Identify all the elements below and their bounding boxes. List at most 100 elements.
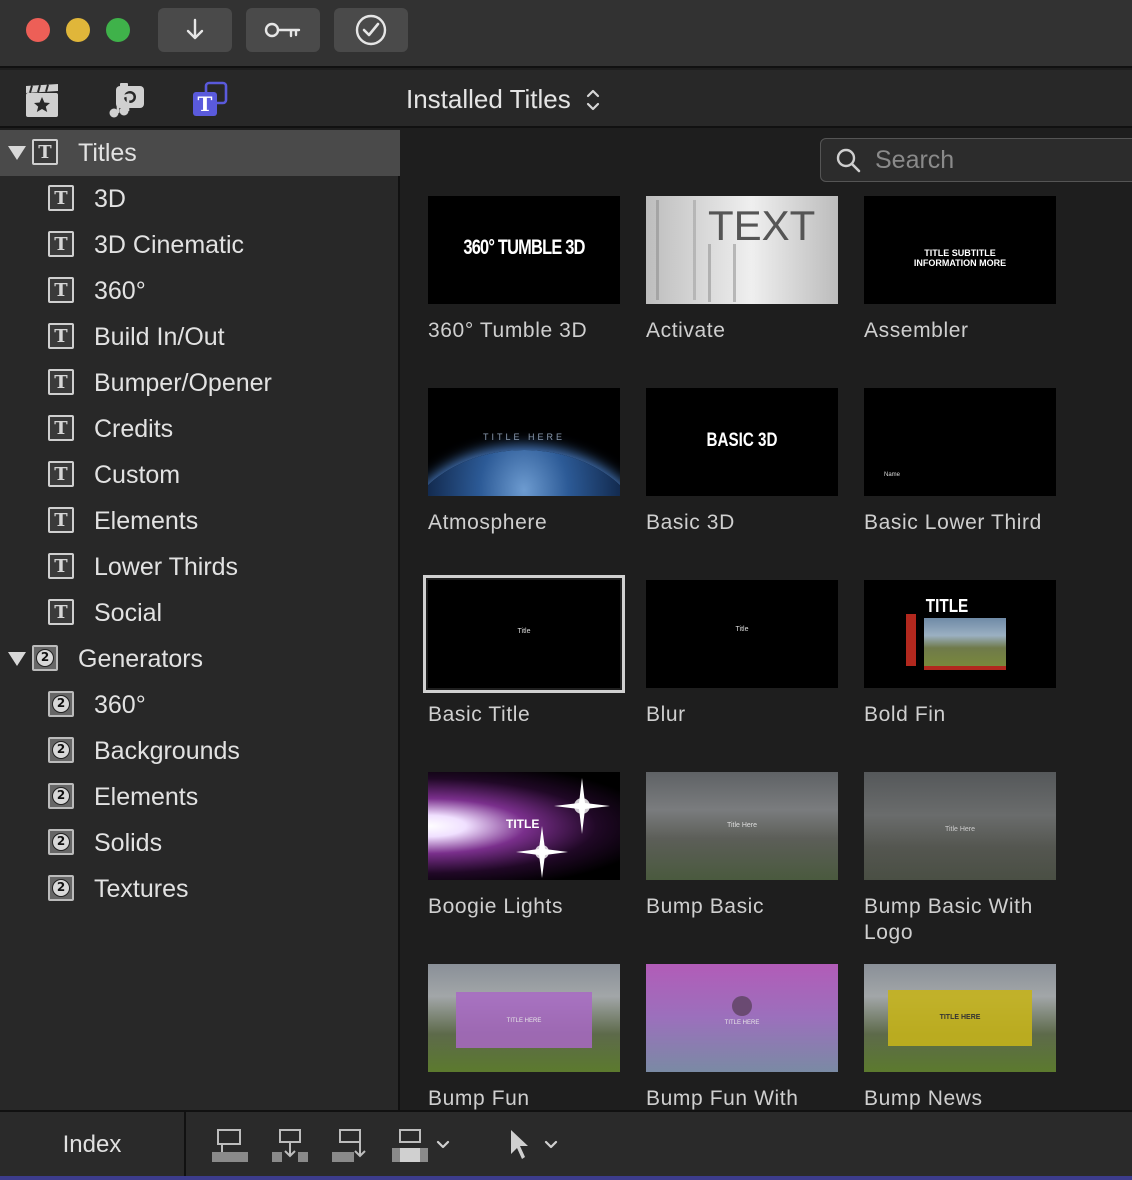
thumbnail-text: TITLE HERE [939, 1014, 981, 1021]
insert-clip-icon[interactable] [270, 1126, 310, 1166]
generator-icon: 2 [32, 645, 58, 671]
thumbnail-decor [708, 244, 736, 302]
titles-generators-icon: T [193, 81, 228, 116]
thumbnail-text: Title Here [726, 822, 758, 829]
title-thumbnail[interactable]: Title Here [864, 772, 1056, 880]
tile-label: Basic 3D [646, 511, 735, 534]
chevron-down-icon[interactable] [542, 1136, 560, 1154]
sidebar-item-3d-cinematic[interactable]: T 3D Cinematic [0, 222, 400, 268]
sidebar-item-build-in-out[interactable]: T Build In/Out [0, 314, 400, 360]
index-button[interactable]: Index [0, 1112, 186, 1178]
generator-icon: 2 [48, 737, 74, 763]
title-thumbnail[interactable]: Title [646, 580, 838, 688]
title-thumbnail[interactable]: 360° TUMBLE 3D [428, 196, 620, 304]
title-thumbnail[interactable]: TITLE HERE [428, 388, 620, 496]
titles-generators-tab[interactable]: T [190, 80, 230, 120]
timeline-edge [0, 1176, 1132, 1180]
sidebar-item-label: 3D [94, 184, 126, 213]
browser-header: T Installed Titles [0, 70, 1132, 128]
sidebar-item-label: 3D Cinematic [94, 230, 245, 259]
title-t-icon: T [48, 507, 74, 533]
keywords-button[interactable] [246, 8, 320, 52]
generator-icon: 2 [48, 691, 74, 717]
thumbnail-text: TITLE HERE [506, 1018, 542, 1024]
title-thumbnail[interactable]: TITLE SUBTITLE INFORMATION MORE [864, 196, 1056, 304]
sidebar-item-custom[interactable]: T Custom [0, 452, 400, 498]
sidebar-item-textures[interactable]: 2 Textures [0, 866, 400, 912]
sidebar-group-titles[interactable]: T Titles [0, 130, 400, 176]
title-thumbnail[interactable]: TITLE [428, 772, 620, 880]
tile-label: Activate [646, 319, 726, 342]
title-t-icon: T [48, 369, 74, 395]
disclosure-triangle-icon[interactable] [8, 146, 26, 160]
close-window-button[interactable] [26, 18, 50, 42]
photos-audio-tab[interactable] [106, 80, 146, 120]
sidebar-item-label: Lower Thirds [94, 552, 239, 581]
sidebar-item-social[interactable]: T Social [0, 590, 400, 636]
thumbnail-text: Title [517, 628, 531, 635]
clapper-star-icon [26, 84, 58, 117]
title-thumbnail[interactable]: TITLE HERE [646, 964, 838, 1072]
media-browser-tab[interactable] [22, 80, 62, 120]
window-titlebar [0, 0, 1132, 68]
sidebar-item-gen-elements[interactable]: 2 Elements [0, 774, 400, 820]
title-thumbnail[interactable]: Name [864, 388, 1056, 496]
tile-label: Bump Fun [428, 1087, 530, 1110]
earth-graphic [428, 450, 620, 496]
title-t-icon: T [48, 415, 74, 441]
tile-label: Bump Basic [646, 895, 765, 918]
select-arrow-icon[interactable] [506, 1128, 534, 1162]
generator-icon: 2 [48, 875, 74, 901]
title-thumbnail[interactable]: Title Here [646, 772, 838, 880]
overwrite-clip-icon[interactable] [390, 1126, 430, 1166]
sparkle-graphic [516, 826, 568, 878]
sidebar-item-bumper-opener[interactable]: T Bumper/Opener [0, 360, 400, 406]
sidebar-item-label: Bumper/Opener [94, 368, 272, 397]
title-thumbnail[interactable]: TITLE HERE [864, 964, 1056, 1072]
tile-label: Basic Lower Third [864, 511, 1042, 534]
minimize-window-button[interactable] [66, 18, 90, 42]
sidebar-item-label: 360° [94, 276, 146, 305]
zoom-window-button[interactable] [106, 18, 130, 42]
sidebar-item-backgrounds[interactable]: 2 Backgrounds [0, 728, 400, 774]
installed-titles-popup[interactable]: Installed Titles [406, 84, 601, 115]
sidebar-item-label: Textures [94, 874, 189, 903]
thumbnail-text: TITLE [925, 596, 969, 616]
title-thumbnail[interactable]: Title [423, 575, 625, 693]
thumbnail-text: TITLE SUBTITLE INFORMATION MORE [913, 248, 1007, 268]
chevron-down-icon[interactable] [434, 1136, 452, 1154]
sidebar-item-elements[interactable]: T Elements [0, 498, 400, 544]
source-label: Installed Titles [406, 84, 571, 114]
search-placeholder: Search [875, 145, 955, 174]
disclosure-triangle-icon[interactable] [8, 652, 26, 666]
title-thumbnail[interactable]: TEXT [646, 196, 838, 304]
title-t-icon: T [48, 553, 74, 579]
tile-label: 360° Tumble 3D [428, 319, 588, 342]
search-icon [836, 148, 861, 173]
sidebar: T Titles T 3D T 3D Cinematic T 360° T Bu… [0, 130, 400, 1110]
thumbnail-text: TEXT [708, 202, 816, 249]
sidebar-group-generators[interactable]: 2 Generators [0, 636, 400, 682]
sidebar-item-360[interactable]: T 360° [0, 268, 400, 314]
sidebar-item-label: Elements [94, 782, 199, 811]
sidebar-item-credits[interactable]: T Credits [0, 406, 400, 452]
sidebar-item-lower-thirds[interactable]: T Lower Thirds [0, 544, 400, 590]
sidebar-item-3d[interactable]: T 3D [0, 176, 400, 222]
import-button[interactable] [158, 8, 232, 52]
connect-clip-icon[interactable] [210, 1126, 250, 1166]
title-thumbnail[interactable]: TITLE HERE [428, 964, 620, 1072]
title-thumbnail[interactable]: TITLE [864, 580, 1056, 688]
sidebar-item-label: Backgrounds [94, 736, 240, 765]
title-t-icon: T [48, 277, 74, 303]
accent-bar [906, 614, 916, 666]
sidebar-item-label: Build In/Out [94, 322, 225, 351]
titles-browser: Search 360° TUMBLE 3D 360° Tumble 3D TEX… [402, 130, 1132, 1110]
sidebar-item-solids[interactable]: 2 Solids [0, 820, 400, 866]
title-t-icon: T [48, 323, 74, 349]
append-clip-icon[interactable] [330, 1126, 370, 1166]
background-tasks-button[interactable] [334, 8, 408, 52]
sidebar-item-gen-360[interactable]: 2 360° [0, 682, 400, 728]
search-field[interactable]: Search [820, 138, 1132, 182]
title-thumbnail[interactable]: BASIC 3D [646, 388, 838, 496]
sidebar-item-label: Credits [94, 414, 174, 443]
